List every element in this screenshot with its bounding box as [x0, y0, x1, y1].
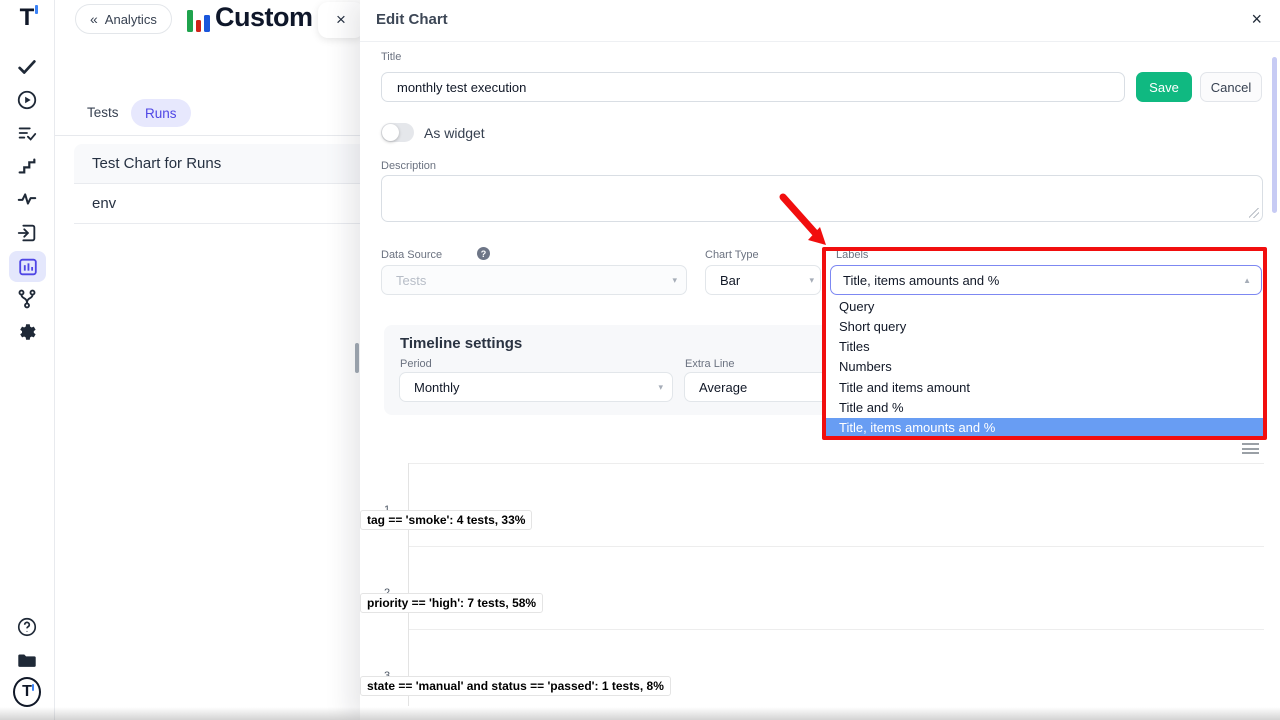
data-source-label: Data Source ? — [381, 249, 442, 261]
save-button[interactable]: Save — [1136, 72, 1192, 102]
tab-runs[interactable]: Runs — [131, 99, 191, 127]
list-item-label: env — [92, 195, 116, 212]
bar-chart-icon — [17, 256, 39, 278]
sidebar-item-tests[interactable] — [13, 53, 41, 81]
gridline — [408, 463, 1264, 464]
import-box-icon — [16, 222, 38, 244]
sidebar-item-branches[interactable] — [13, 285, 41, 313]
period-value: Monthly — [414, 380, 460, 395]
caret-down-icon: ▾ — [658, 382, 663, 393]
tabs-divider — [55, 135, 360, 136]
logo-circle-icon: T — [13, 677, 41, 707]
option-title-items-amount[interactable]: Title and items amount — [826, 377, 1263, 397]
steps-icon — [16, 155, 38, 177]
check-icon — [16, 56, 38, 78]
sidebar-item-pulse[interactable] — [13, 185, 41, 213]
edit-chart-panel: Edit Chart × Title Save Cancel As widget… — [360, 0, 1280, 720]
account-logo-button[interactable]: T — [13, 678, 41, 706]
page-close-button[interactable]: × — [318, 2, 364, 38]
option-numbers[interactable]: Numbers — [826, 357, 1263, 377]
sidebar-item-analytics[interactable] — [9, 251, 46, 282]
chart-type-label: Chart Type — [705, 249, 759, 261]
option-title-and-percent[interactable]: Title and % — [826, 397, 1263, 417]
option-query[interactable]: Query — [826, 296, 1263, 316]
extra-line-label: Extra Line — [685, 358, 735, 370]
option-title-items-amounts-percent[interactable]: Title, items amounts and % — [826, 418, 1263, 438]
bar-data-label: tag == 'smoke': 4 tests, 33% — [360, 510, 532, 530]
folder-icon — [16, 649, 38, 671]
pulse-icon — [16, 188, 38, 210]
sidebar-item-test-plans[interactable] — [13, 119, 41, 147]
list-item-env[interactable]: env — [74, 184, 360, 224]
projects-button[interactable] — [13, 646, 41, 674]
description-field-label: Description — [381, 160, 436, 172]
caret-down-icon: ▾ — [809, 275, 814, 286]
sidebar-item-runs[interactable] — [13, 86, 41, 114]
caret-down-icon: ▾ — [672, 275, 677, 286]
period-label: Period — [400, 358, 432, 370]
title-field-label: Title — [381, 51, 401, 63]
bar-data-label: state == 'manual' and status == 'passed'… — [360, 676, 671, 696]
data-source-value: Tests — [396, 273, 426, 288]
list-item-label: Test Chart for Runs — [92, 155, 221, 172]
gear-icon — [16, 321, 38, 343]
chart-type-select[interactable]: Bar ▾ — [705, 265, 821, 295]
branch-icon — [16, 288, 38, 310]
help-button[interactable] — [13, 613, 41, 641]
help-badge-icon[interactable]: ? — [477, 247, 490, 260]
sidebar-item-import[interactable] — [13, 219, 41, 247]
tab-tests[interactable]: Tests — [87, 105, 119, 120]
app-root: T — [0, 0, 1280, 720]
panel-scrollbar[interactable] — [1272, 57, 1277, 213]
option-titles[interactable]: Titles — [826, 337, 1263, 357]
panel-close-icon[interactable]: × — [1251, 9, 1262, 30]
chart-type-value: Bar — [720, 273, 740, 288]
bar-data-label: priority == 'high': 7 tests, 58% — [360, 593, 543, 613]
play-circle-icon — [16, 89, 38, 111]
period-select[interactable]: Monthly ▾ — [399, 372, 673, 402]
bar-row-3: 3 state == 'manual' and status == 'passe… — [360, 644, 1264, 707]
sidebar-item-steps[interactable] — [13, 152, 41, 180]
timeline-settings-title: Timeline settings — [400, 335, 522, 352]
app-logo-icon[interactable]: T — [13, 4, 41, 32]
labels-select[interactable]: Title, items amounts and % ▲ — [830, 265, 1262, 295]
as-widget-toggle[interactable] — [381, 123, 414, 142]
chart-menu-button[interactable] — [1242, 443, 1259, 456]
description-textarea[interactable] — [381, 175, 1263, 222]
analytics-page: « Analytics Custom Ch × Tests Runs Test … — [55, 0, 360, 720]
labels-field-label: Labels — [836, 249, 868, 261]
extra-line-value: Average — [699, 380, 747, 395]
panel-title: Edit Chart — [376, 11, 448, 28]
gridline — [408, 546, 1264, 547]
resize-grip-icon[interactable] — [1249, 208, 1259, 218]
labels-options-list: Query Short query Titles Numbers Title a… — [826, 296, 1263, 438]
close-icon: × — [336, 10, 346, 30]
title-input[interactable] — [381, 72, 1125, 102]
sidebar: T — [0, 0, 55, 720]
back-chevrons-icon: « — [90, 11, 98, 27]
panel-resize-handle[interactable] — [355, 343, 359, 373]
caret-up-icon: ▲ — [1243, 276, 1251, 285]
bar-row-1: 1 tag == 'smoke': 4 tests, 33% — [360, 478, 1264, 541]
logo-t-glyph: T — [20, 4, 35, 32]
back-button-label: Analytics — [105, 12, 157, 27]
labels-select-value: Title, items amounts and % — [843, 273, 999, 288]
as-widget-label: As widget — [424, 125, 485, 141]
back-to-analytics-button[interactable]: « Analytics — [75, 4, 172, 34]
list-item-test-chart-for-runs[interactable]: Test Chart for Runs — [74, 144, 360, 184]
toggle-knob — [382, 124, 399, 141]
data-source-select[interactable]: Tests ▾ — [381, 265, 687, 295]
help-circle-icon — [16, 616, 38, 638]
gridline — [408, 629, 1264, 630]
cancel-button[interactable]: Cancel — [1200, 72, 1262, 102]
data-source-label-text: Data Source — [381, 249, 442, 261]
option-short-query[interactable]: Short query — [826, 316, 1263, 336]
panel-header: Edit Chart × — [360, 0, 1280, 42]
colorful-chart-icon — [187, 7, 211, 32]
sidebar-item-settings[interactable] — [13, 318, 41, 346]
list-check-icon — [16, 122, 38, 144]
bar-row-2: 2 priority == 'high': 7 tests, 58% — [360, 561, 1264, 624]
